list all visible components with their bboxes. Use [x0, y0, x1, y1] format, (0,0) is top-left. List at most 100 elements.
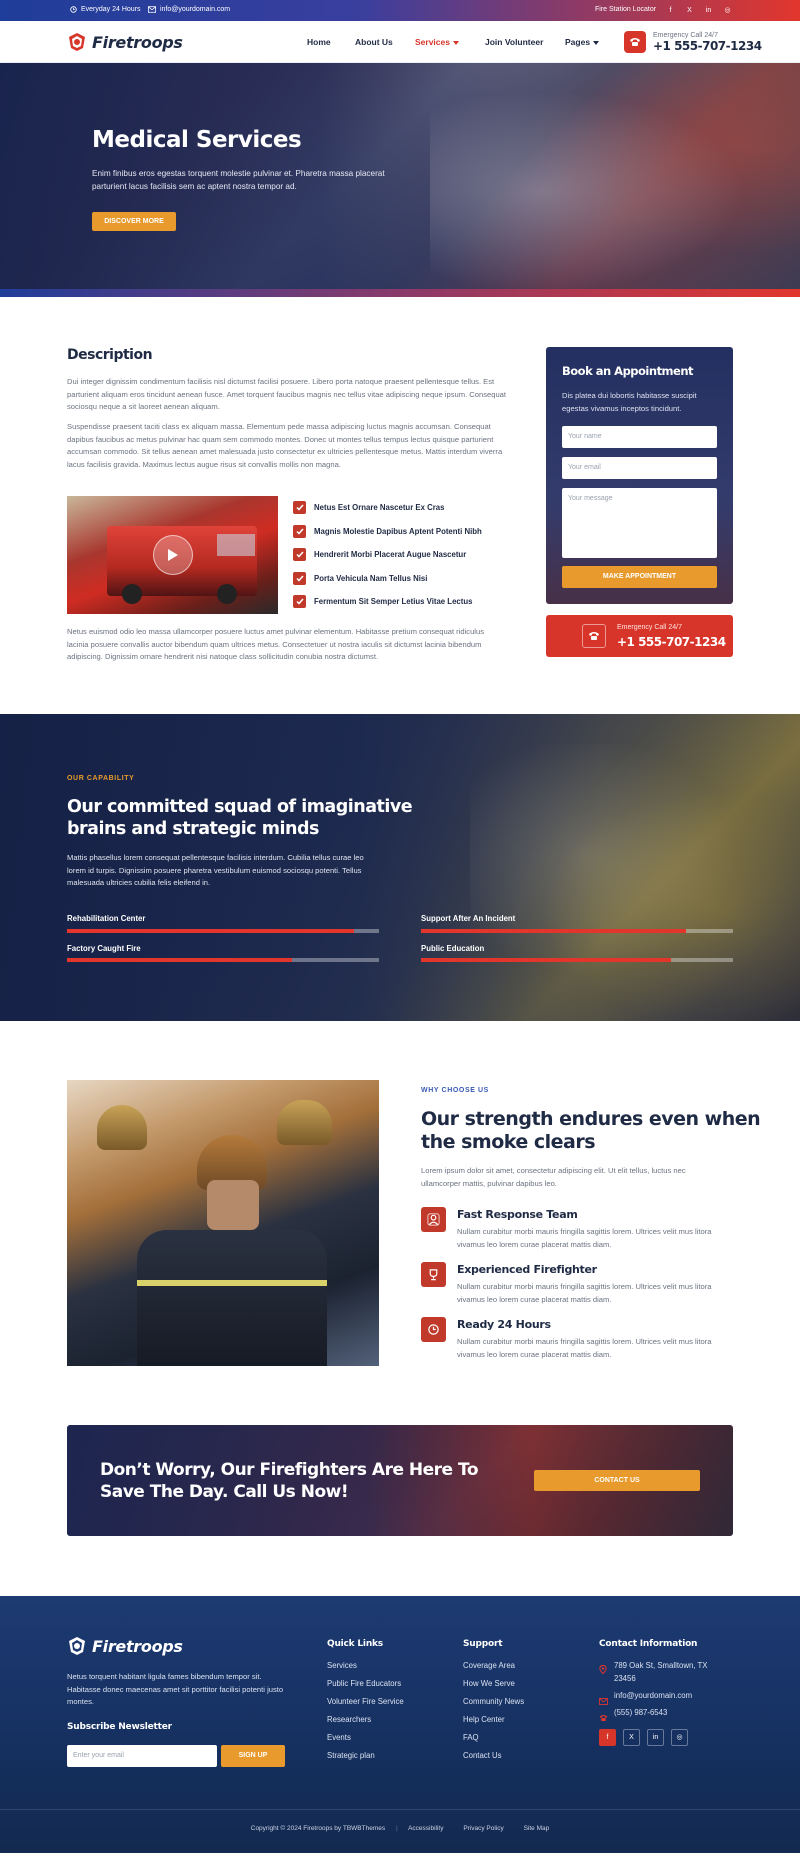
- capability-title-line: Our committed squad of imaginative: [67, 797, 413, 817]
- emergency-phone[interactable]: +1 555-707-1234: [653, 39, 762, 53]
- description-paragraph-1: Dui integer dignissim condimentum facili…: [67, 377, 507, 411]
- skill-progress-bar: [421, 958, 733, 962]
- checklist-text: Magnis Molestie Dapibus Aptent Potenti N…: [314, 527, 482, 536]
- phone-icon: [599, 1709, 608, 1727]
- feature-title: Ready 24 Hours: [457, 1318, 551, 1331]
- checklist-text: Netus Est Ornare Nascetur Ex Cras: [314, 503, 445, 512]
- footer-link[interactable]: How We Serve: [463, 1679, 515, 1688]
- nav-home[interactable]: Home: [307, 37, 331, 47]
- email-info[interactable]: info@yourdomain.com: [148, 6, 230, 13]
- hours-text: Everyday 24 Hours: [81, 6, 141, 13]
- newsletter-email-input[interactable]: Enter your email: [67, 1745, 217, 1767]
- firetruck-video-thumbnail[interactable]: [67, 496, 278, 614]
- x-icon[interactable]: X: [684, 5, 695, 16]
- instagram-icon[interactable]: ◎: [722, 5, 733, 16]
- appointment-form-card: Book an Appointment Dis platea dui lobor…: [546, 347, 733, 604]
- appointment-text: Dis platea dui lobortis habitasse suscip…: [562, 391, 697, 413]
- footer-link[interactable]: Public Fire Educators: [327, 1679, 401, 1688]
- firefighter-emblem-icon: [69, 1637, 85, 1655]
- skill-progress-bar: [67, 958, 379, 962]
- name-input[interactable]: Your name: [562, 426, 717, 448]
- emergency-card-phone[interactable]: +1 555-707-1234: [617, 635, 726, 649]
- logo[interactable]: Firetroops: [67, 32, 183, 52]
- hero-text: Enim finibus eros egestas torquent moles…: [92, 169, 385, 191]
- skill-progress-fill: [421, 958, 671, 962]
- emergency-call-card[interactable]: Emergency Call 24/7 +1 555-707-1234: [546, 615, 733, 657]
- make-appointment-button[interactable]: MAKE APPOINTMENT: [562, 566, 717, 588]
- privacy-policy-link[interactable]: Privacy Policy: [463, 1825, 503, 1832]
- footer-link[interactable]: Help Center: [463, 1715, 505, 1724]
- mail-icon: [148, 6, 156, 13]
- footer-link[interactable]: Volunteer Fire Service: [327, 1697, 404, 1706]
- reflective-stripe: [137, 1280, 327, 1286]
- hours-info: Everyday 24 Hours: [70, 6, 141, 13]
- checklist-item: Netus Est Ornare Nascetur Ex Cras: [293, 501, 444, 514]
- nav-about[interactable]: About Us: [355, 37, 393, 47]
- footer-email[interactable]: info@yourdomain.com: [614, 1691, 692, 1700]
- signup-button[interactable]: SIGN UP: [221, 1745, 285, 1767]
- footer-link[interactable]: Services: [327, 1661, 357, 1670]
- mail-icon: [599, 1692, 608, 1710]
- why-title: Our strength endures even when the smoke…: [421, 1108, 761, 1154]
- footer-link[interactable]: Strategic plan: [327, 1751, 375, 1760]
- capability-section: OUR CAPABILITY Our committed squad of im…: [0, 714, 800, 1021]
- checkmark-icon: [293, 548, 306, 561]
- checkmark-icon: [293, 572, 306, 585]
- helmet-shape: [97, 1105, 147, 1150]
- hero-title: Medical Services: [92, 127, 302, 153]
- feature-title: Fast Response Team: [457, 1208, 578, 1221]
- footer-logo[interactable]: Firetroops: [67, 1636, 183, 1656]
- footer-link[interactable]: Coverage Area: [463, 1661, 515, 1670]
- message-textarea[interactable]: Your message: [562, 488, 717, 558]
- trophy-icon: [421, 1262, 446, 1287]
- feature-title: Experienced Firefighter: [457, 1263, 597, 1276]
- capability-title-line: brains and strategic minds: [67, 819, 319, 839]
- checklist-item: Hendrerit Morbi Placerat Augue Nascetur: [293, 548, 466, 561]
- feature-text: Nullam curabitur morbi mauris fringilla …: [457, 1337, 712, 1359]
- station-locator-link[interactable]: Fire Station Locator: [595, 6, 656, 13]
- skill-progress-bar: [67, 929, 379, 933]
- firefighters-photo: [67, 1080, 379, 1366]
- nav-pages[interactable]: Pages: [565, 37, 600, 47]
- x-icon[interactable]: X: [623, 1729, 640, 1746]
- footer-link[interactable]: Events: [327, 1733, 351, 1742]
- linkedin-icon[interactable]: in: [647, 1729, 664, 1746]
- email-text[interactable]: info@yourdomain.com: [160, 6, 230, 13]
- contact-title: Contact Information: [599, 1639, 698, 1649]
- footer-link[interactable]: Researchers: [327, 1715, 371, 1724]
- checklist-item: Fermentum Sit Semper Letius Vitae Lectus: [293, 595, 472, 608]
- description-title: Description: [67, 347, 153, 363]
- station-locator-text[interactable]: Fire Station Locator: [595, 6, 656, 13]
- accessibility-link[interactable]: Accessibility: [408, 1825, 443, 1832]
- email-input[interactable]: Your email: [562, 457, 717, 479]
- instagram-icon[interactable]: ◎: [671, 1729, 688, 1746]
- skill-label: Rehabilitation Center: [67, 914, 146, 923]
- facebook-icon[interactable]: f: [665, 5, 676, 16]
- footer-address-line: 789 Oak St, Smalltown, TX: [614, 1661, 708, 1670]
- play-icon[interactable]: [153, 535, 193, 575]
- copyright-text: Copyright © 2024 Firetroops by TBWBTheme…: [250, 1825, 386, 1832]
- header-emergency-call[interactable]: Emergency Call 24/7 +1 555-707-1234: [624, 31, 762, 53]
- discover-more-button[interactable]: DISCOVER MORE: [92, 212, 176, 231]
- hero-banner: Medical Services Enim finibus eros egest…: [0, 63, 800, 297]
- site-map-link[interactable]: Site Map: [524, 1825, 550, 1832]
- footer-phone[interactable]: (555) 987-6543: [614, 1708, 667, 1717]
- facebook-icon[interactable]: f: [599, 1729, 616, 1746]
- footer-link[interactable]: Contact Us: [463, 1751, 502, 1760]
- contact-us-button[interactable]: CONTACT US: [534, 1470, 700, 1491]
- why-title-line: Our strength endures even when: [421, 1108, 761, 1130]
- nav-services[interactable]: Services: [415, 37, 459, 47]
- cta-title: Don’t Worry, Our Firefighters Are Here T…: [100, 1459, 479, 1503]
- emergency-label: Emergency Call 24/7: [653, 31, 718, 39]
- appointment-title: Book an Appointment: [562, 364, 694, 378]
- nav-pages-label: Pages: [565, 37, 591, 47]
- feature-text: Nullam curabitur morbi mauris fringilla …: [457, 1282, 712, 1304]
- cta-banner: Don’t Worry, Our Firefighters Are Here T…: [67, 1425, 733, 1536]
- footer-link[interactable]: FAQ: [463, 1733, 479, 1742]
- footer-link[interactable]: Community News: [463, 1697, 524, 1706]
- checklist-text: Fermentum Sit Semper Letius Vitae Lectus: [314, 597, 473, 606]
- hero-image-overlay: [430, 63, 800, 297]
- nav-join-volunteer[interactable]: Join Volunteer: [485, 37, 543, 47]
- footer-address-line: 23456: [614, 1674, 636, 1683]
- linkedin-icon[interactable]: in: [703, 5, 714, 16]
